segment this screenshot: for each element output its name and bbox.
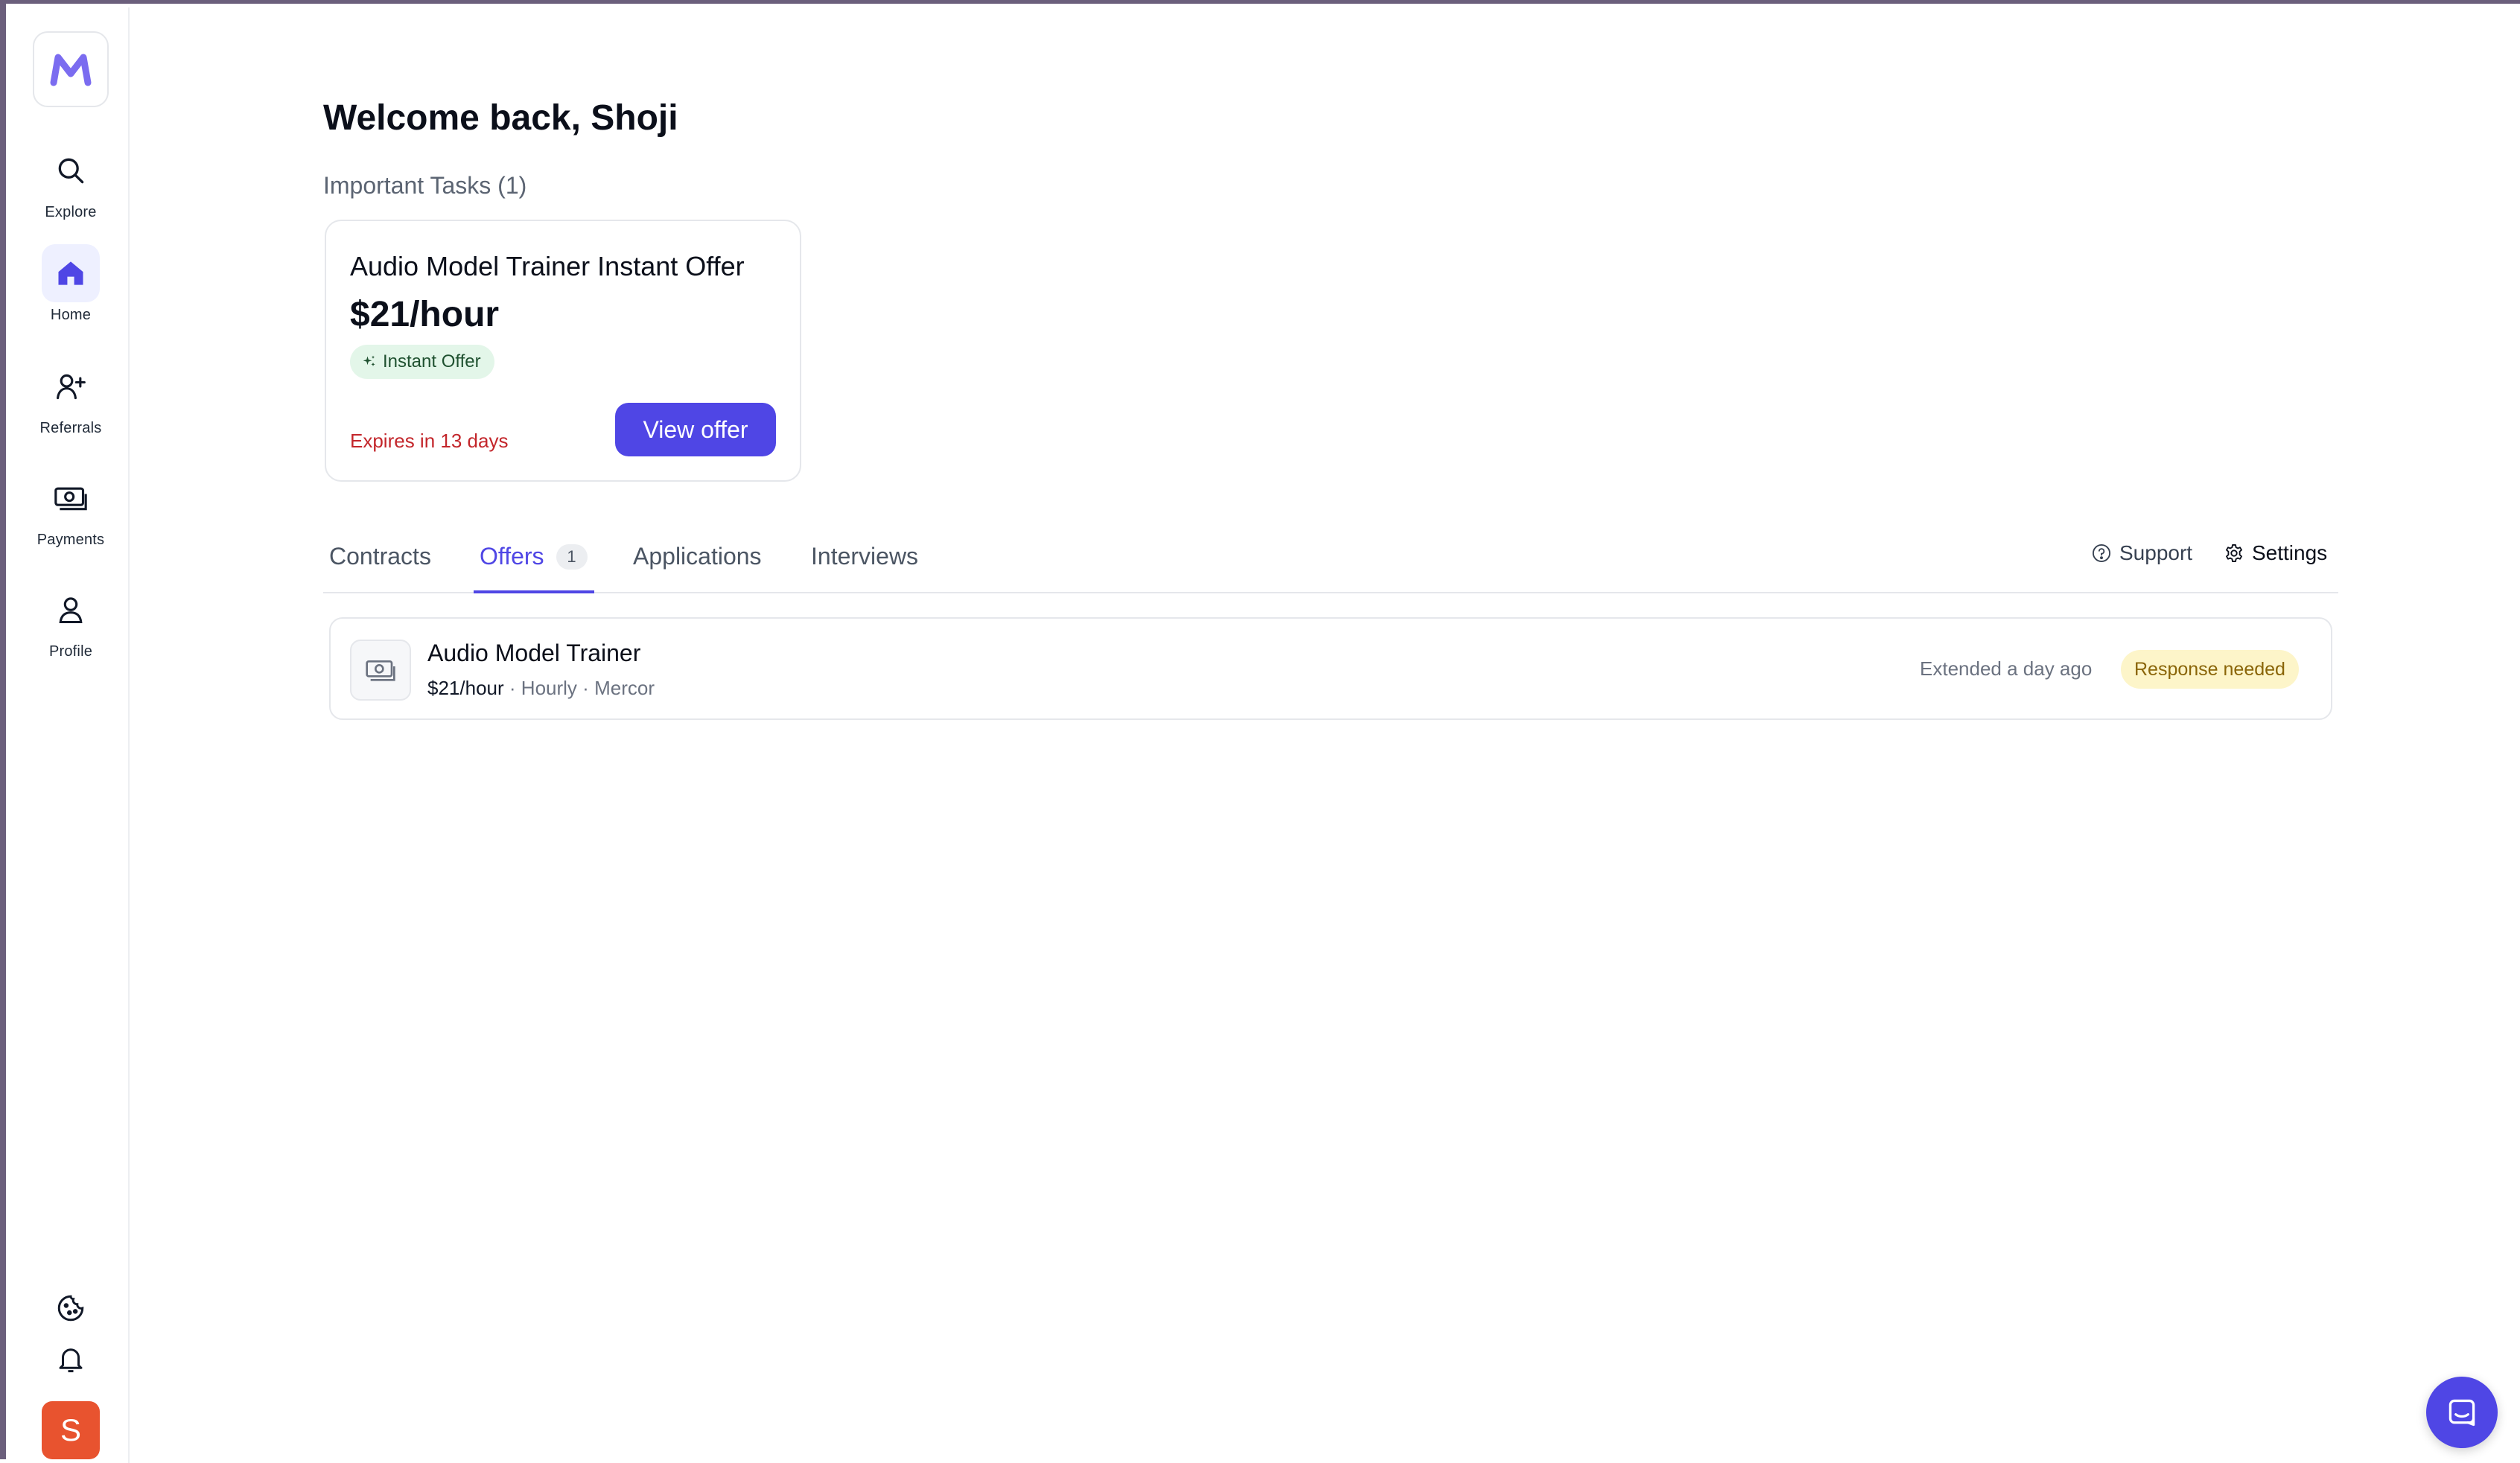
important-tasks-heading: Important Tasks (1) (323, 172, 527, 199)
offer-title: Audio Model Trainer (427, 640, 641, 666)
offer-meta: $21/hour · Hourly · Mercor (427, 677, 655, 700)
search-icon (42, 141, 100, 200)
task-title: Audio Model Trainer Instant Offer (350, 251, 745, 281)
logo-m-icon (50, 54, 92, 86)
settings-label: Settings (2252, 541, 2328, 564)
important-task-card: Audio Model Trainer Instant Offer $21/ho… (325, 220, 801, 482)
sidebar-item-label: Payments (36, 532, 105, 548)
user-plus-icon (42, 357, 100, 415)
active-tab-indicator (474, 590, 594, 593)
money-icon (350, 640, 411, 701)
sidebar-item-profile[interactable]: Profile (12, 581, 130, 660)
offers-count-badge: 1 (556, 544, 588, 570)
user-icon (42, 581, 100, 639)
mercor-logo[interactable] (33, 31, 109, 107)
offer-company: Mercor (594, 677, 655, 699)
support-link[interactable]: Support (2091, 538, 2192, 568)
expires-text: Expires in 13 days (350, 430, 509, 452)
support-label: Support (2119, 541, 2193, 564)
sidebar: Explore Home Referrals Payments Profile (12, 7, 130, 1463)
meta-separator: · (582, 677, 589, 699)
app-window: Explore Home Referrals Payments Profile (0, 0, 2520, 1463)
tab-interviews[interactable]: Interviews (811, 541, 918, 593)
tab-label: Offers (480, 543, 544, 570)
sidebar-item-label: Home (50, 307, 92, 323)
chat-launcher-button[interactable] (2426, 1377, 2498, 1448)
tab-offers[interactable]: Offers 1 (480, 541, 588, 593)
cookie-icon[interactable] (45, 1282, 97, 1334)
offer-rate: $21/hour (427, 677, 504, 699)
sidebar-item-explore[interactable]: Explore (12, 141, 130, 221)
page-title: Welcome back, Shoji (323, 98, 678, 138)
sidebar-item-payments[interactable]: Payments (12, 469, 130, 549)
badge-label: Instant Offer (383, 351, 481, 372)
bell-icon[interactable] (45, 1333, 97, 1385)
help-circle-icon (2092, 544, 2111, 563)
tab-bar: Contracts Offers 1 Applications Intervie… (323, 541, 2338, 593)
tab-contracts[interactable]: Contracts (329, 541, 431, 593)
meta-separator: · (509, 677, 516, 699)
status-badge: Response needed (2121, 650, 2299, 689)
tab-applications[interactable]: Applications (633, 541, 762, 593)
sidebar-item-home[interactable]: Home (12, 244, 130, 324)
extended-timestamp: Extended a day ago (1920, 657, 2093, 680)
settings-link[interactable]: Settings (2224, 538, 2327, 568)
sidebar-item-referrals[interactable]: Referrals (12, 357, 130, 437)
money-icon (42, 469, 100, 527)
offer-list-item[interactable]: Audio Model Trainer $21/hour · Hourly · … (329, 617, 2332, 720)
avatar[interactable]: S (42, 1401, 100, 1459)
gear-icon (2226, 544, 2242, 563)
sparkle-icon (363, 355, 375, 366)
view-offer-button[interactable]: View offer (615, 403, 776, 456)
sidebar-item-label: Explore (45, 204, 97, 220)
task-rate: $21/hour (350, 295, 500, 334)
home-icon (42, 244, 100, 302)
instant-offer-badge: Instant Offer (350, 345, 494, 379)
offer-type: Hourly (521, 677, 577, 699)
sidebar-item-label: Referrals (39, 420, 102, 436)
sidebar-item-label: Profile (48, 643, 93, 660)
chat-icon (2449, 1399, 2475, 1427)
